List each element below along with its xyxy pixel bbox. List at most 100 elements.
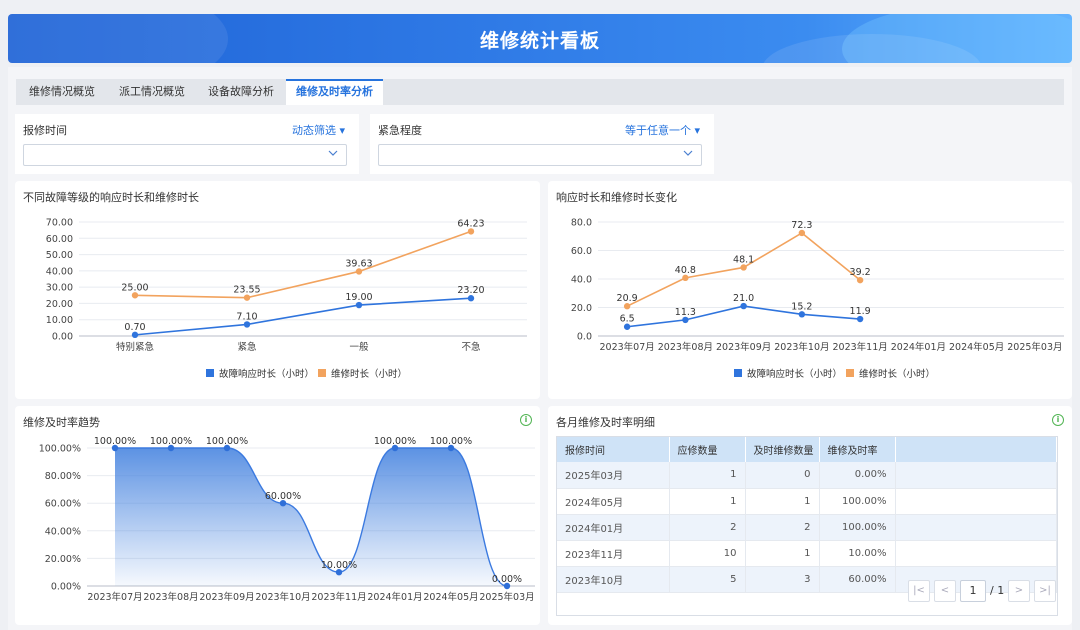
filter-label: 报修时间 xyxy=(23,124,67,137)
dashboard-body: 维修情况概览 派工情况概览 设备故障分析 维修及时率分析 报修时间 动态筛选 ▾… xyxy=(8,67,1072,630)
x-tick-label: 2025年03月 xyxy=(1007,341,1062,353)
tab-fault-analysis[interactable]: 设备故障分析 xyxy=(196,79,286,105)
table-cell: 1 xyxy=(745,488,820,515)
column-header[interactable]: 及时维修数量 xyxy=(745,437,820,462)
x-tick-label: 2024年05月 xyxy=(949,341,1004,353)
data-label: 6.5 xyxy=(620,314,635,325)
data-label: 0.00% xyxy=(492,574,522,585)
column-header[interactable]: 维修及时率 xyxy=(819,437,896,462)
filter-mode-label: 动态筛选 xyxy=(291,124,336,137)
data-label: 39.63 xyxy=(345,258,372,269)
table-panel: 各月维修及时率明细 i 报修时间 应修数量 及时维修数量 维修及时率 2025年… xyxy=(548,406,1072,625)
table-row: 2023年11月 10 1 10.00% xyxy=(557,540,1057,567)
table-cell-filler xyxy=(895,488,1057,515)
data-label: 64.23 xyxy=(457,218,484,229)
legend-label: 维修时长（小时） xyxy=(331,368,407,380)
x-tick-label: 2023年08月 xyxy=(658,341,713,353)
info-icon[interactable]: i xyxy=(1052,414,1064,426)
y-tick-label: 10.00 xyxy=(46,315,73,326)
panel-title: 各月维修及时率明细 xyxy=(556,416,655,429)
x-tick-label: 特别紧急 xyxy=(116,341,155,353)
table-cell: 2024年01月 xyxy=(557,514,670,541)
data-label: 19.00 xyxy=(345,292,372,303)
table-header-row: 报修时间 应修数量 及时维修数量 维修及时率 xyxy=(557,437,1057,462)
y-tick-label: 0.0 xyxy=(577,332,592,343)
table-cell: 1 xyxy=(745,540,820,567)
data-label: 40.8 xyxy=(675,265,696,276)
table-cell: 1 xyxy=(669,462,746,489)
x-tick-label: 2023年09月 xyxy=(199,591,254,603)
table-cell: 2 xyxy=(669,514,746,541)
series-line xyxy=(134,230,472,299)
next-page-button[interactable]: > xyxy=(1008,580,1030,602)
data-label: 60.00% xyxy=(265,491,301,502)
filter-mode-dropdown[interactable]: 动态筛选 ▾ xyxy=(292,122,345,138)
data-label: 100.00% xyxy=(430,436,472,447)
table-cell: 2024年05月 xyxy=(557,488,670,515)
legend-swatch xyxy=(318,369,326,377)
filter-urgency: 紧急程度 等于任意一个 ▾ xyxy=(370,114,714,174)
level-line-chart: 0.00 10.00 20.00 30.00 40.00 50.00 60.00 70.00 特… xyxy=(46,218,527,380)
data-label: 21.0 xyxy=(733,293,754,304)
x-tick-label: 不急 xyxy=(461,341,481,353)
x-tick-label: 2024年05月 xyxy=(423,591,478,603)
table-cell: 10 xyxy=(669,540,746,567)
tab-bar: 维修情况概览 派工情况概览 设备故障分析 维修及时率分析 xyxy=(16,79,1064,105)
table-cell: 100.00% xyxy=(819,488,896,515)
data-label: 72.3 xyxy=(791,220,812,231)
y-tick-label: 50.00 xyxy=(46,250,73,261)
x-tick-label: 一般 xyxy=(349,341,369,353)
tab-repair-overview[interactable]: 维修情况概览 xyxy=(16,79,108,105)
y-tick-label: 100.00% xyxy=(39,444,81,455)
table-cell: 1 xyxy=(669,488,746,515)
data-label: 48.1 xyxy=(733,254,754,265)
first-page-button[interactable]: |< xyxy=(908,580,930,602)
y-tick-label: 70.00 xyxy=(46,218,73,229)
data-label: 23.55 xyxy=(233,285,260,296)
rate-area-chart: 0.00% 20.00% 40.00% 60.00% 80.00% 100.00% 2023… xyxy=(39,436,535,603)
data-label: 15.2 xyxy=(791,301,812,312)
area-fill xyxy=(115,448,507,586)
x-tick-label: 2025年03月 xyxy=(479,591,534,603)
data-label: 25.00 xyxy=(121,282,148,293)
legend-swatch xyxy=(206,369,214,377)
table-cell: 2023年11月 xyxy=(557,540,670,567)
table-cell-filler xyxy=(895,514,1057,541)
y-tick-label: 0.00% xyxy=(51,582,81,593)
filter-label: 紧急程度 xyxy=(378,124,422,137)
x-tick-label: 2023年07月 xyxy=(87,591,142,603)
table-cell: 100.00% xyxy=(819,514,896,541)
column-header[interactable]: 应修数量 xyxy=(669,437,746,462)
filter-mode-label: 等于任意一个 xyxy=(624,124,691,137)
tab-timeliness-analysis[interactable]: 维修及时率分析 xyxy=(286,79,383,105)
page-total: / 1 xyxy=(990,584,1005,597)
x-tick-label: 2023年10月 xyxy=(774,341,829,353)
table-row: 2024年01月 2 2 100.00% xyxy=(557,514,1057,541)
x-tick-label: 2023年08月 xyxy=(143,591,198,603)
trend-line-chart: 0.020.040.060.080.02023年07月 2023年08月 2023年… xyxy=(571,218,1064,380)
repair-time-select[interactable] xyxy=(23,144,347,166)
y-tick-label: 60.00% xyxy=(45,499,81,510)
x-tick-label: 2024年01月 xyxy=(891,341,946,353)
rate-chart-panel: 维修及时率趋势 i 0.00% 20.00% 40.00% 60.00% 80.00% 1… xyxy=(15,406,540,625)
chevron-down-icon xyxy=(683,150,693,156)
column-header-filler xyxy=(895,437,1057,462)
y-tick-label: 20.00 xyxy=(46,299,73,310)
data-label: 10.00% xyxy=(321,560,357,571)
last-page-button[interactable]: >| xyxy=(1034,580,1056,602)
x-tick-label: 2023年11月 xyxy=(311,591,366,603)
x-tick-label: 紧急 xyxy=(237,341,257,353)
page-number-input[interactable]: 1 xyxy=(960,580,986,602)
y-tick-label: 60.00 xyxy=(46,234,73,245)
y-tick-label: 30.00 xyxy=(46,283,73,294)
filter-repair-time: 报修时间 动态筛选 ▾ xyxy=(15,114,359,174)
urgency-select[interactable] xyxy=(378,144,702,166)
column-header[interactable]: 报修时间 xyxy=(557,437,670,462)
filter-mode-dropdown[interactable]: 等于任意一个 ▾ xyxy=(625,122,700,138)
pagination: |< < 1 / 1 > >| xyxy=(548,580,1072,602)
y-tick-label: 60.0 xyxy=(571,246,592,257)
page-title: 维修统计看板 xyxy=(479,30,600,52)
x-tick-label: 2023年10月 xyxy=(255,591,310,603)
prev-page-button[interactable]: < xyxy=(934,580,956,602)
tab-dispatch-overview[interactable]: 派工情况概览 xyxy=(108,79,196,105)
